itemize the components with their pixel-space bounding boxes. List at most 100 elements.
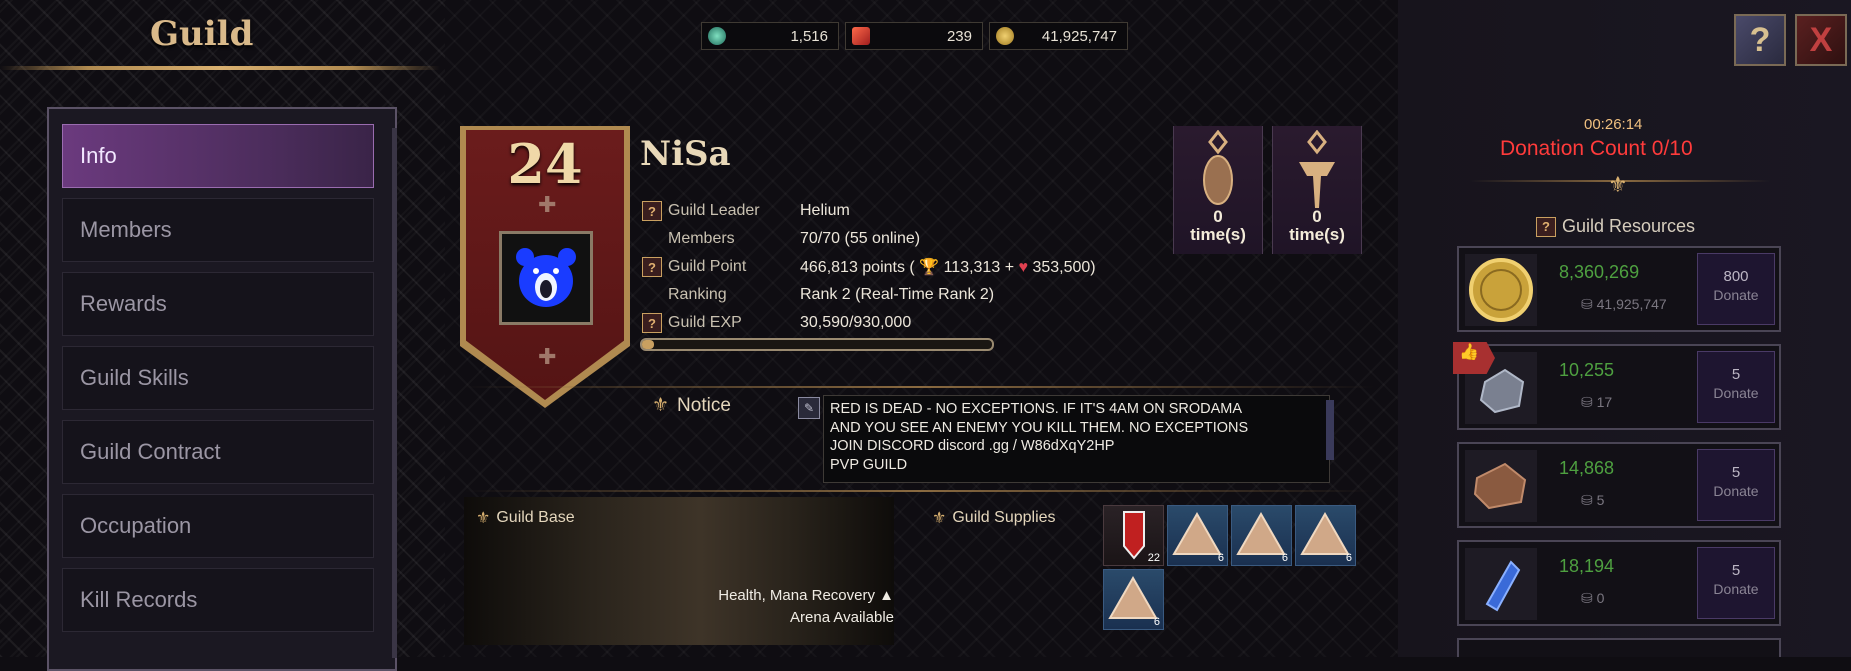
info-value: Rank 2 (Real-Time Rank 2) [800, 286, 995, 303]
info-value: 466,813 points ( 🏆 113,313 + ♥ 353,500) [800, 257, 1096, 277]
info-row-ranking: Ranking Rank 2 (Real-Time Rank 2) [642, 283, 994, 307]
currency-gem: 1,516 [701, 22, 839, 50]
guild-level: 24 [507, 132, 583, 196]
banner-ornament-icon: ✚ [538, 192, 557, 217]
currency-ticket: 239 [845, 22, 983, 50]
stack-icon: ⛁ [1581, 394, 1597, 410]
edit-notice-icon[interactable]: ✎ [798, 397, 820, 419]
resource-amount: 18,194 [1559, 556, 1615, 576]
fleur-icon: ⚜ [932, 510, 947, 527]
guild-base-buff: Health, Mana Recovery ▲ [718, 587, 894, 604]
stack-icon: ⛁ [1581, 492, 1597, 508]
supply-slot[interactable]: 6 [1295, 505, 1356, 566]
ticket-icon [852, 27, 870, 45]
menu-item-label: Rewards [80, 291, 167, 316]
guild-name: NiSa [640, 134, 731, 174]
donation-count: Donation Count 0/10 [1500, 137, 1693, 160]
gold-coin-icon [996, 27, 1014, 45]
menu-item-label: Guild Skills [80, 365, 189, 390]
resource-held: ⛁ 5 [1581, 492, 1605, 508]
currency-value: 1,516 [790, 27, 828, 45]
exp-progress-bar [640, 338, 994, 351]
menu-item-info[interactable]: Info [62, 124, 374, 188]
guild-base-label: ⚜ Guild Base [476, 509, 575, 527]
info-value: Helium [800, 202, 850, 219]
resource-row-gold: 8,360,269 ⛁ 41,925,747 800 Donate [1457, 246, 1781, 332]
menu-item-kill-records[interactable]: Kill Records [62, 568, 374, 632]
guild-point-b: 353,500 [1032, 259, 1091, 276]
help-icon[interactable]: ? [642, 313, 662, 333]
menu-item-occupation[interactable]: Occupation [62, 494, 374, 558]
leather-icon [1465, 450, 1537, 522]
supply-slot[interactable]: 22 [1103, 505, 1164, 566]
notice-text: RED IS DEAD - NO EXCEPTIONS. IF IT'S 4AM… [823, 395, 1330, 483]
medal-sword-icon [1299, 129, 1335, 208]
info-row-guild-point: ? Guild Point 466,813 points ( 🏆 113,313… [642, 255, 1096, 279]
fleur-icon: ⚜ [652, 395, 670, 416]
medal-trophy-icon [1203, 129, 1233, 205]
resource-row-ore: 👍 10,255 ⛁ 17 5 Donate [1453, 342, 1781, 430]
exp-progress-fill [642, 340, 654, 349]
supply-slot[interactable]: 6 [1103, 569, 1164, 630]
fleur-icon: ⚜ [1608, 172, 1628, 197]
section-divider [464, 386, 1374, 388]
donate-button[interactable]: 5 Donate [1697, 449, 1775, 521]
info-row-guild-leader: ? Guild Leader Helium [642, 199, 850, 223]
close-icon: X [1809, 20, 1833, 59]
resource-amount: 10,255 [1559, 360, 1615, 380]
info-label: Guild EXP [668, 314, 742, 331]
menu-item-members[interactable]: Members [62, 198, 374, 262]
medal-count: 0 time(s) [1190, 207, 1246, 244]
help-icon[interactable]: ? [642, 257, 662, 277]
donate-button[interactable]: 5 Donate [1697, 351, 1775, 423]
resource-row-leather: 14,868 ⛁ 5 5 Donate [1457, 442, 1781, 528]
crystal-icon [1465, 548, 1537, 620]
info-row-guild-exp: ? Guild EXP 30,590/930,000 [642, 311, 911, 335]
close-button[interactable]: X [1795, 14, 1847, 66]
gold-coin-icon [1465, 254, 1537, 326]
currency-value: 239 [946, 27, 972, 45]
menu-item-label: Guild Contract [80, 439, 221, 464]
menu-item-label: Members [80, 217, 172, 242]
medal-slot-2[interactable]: 0 time(s) [1272, 126, 1362, 254]
help-icon[interactable]: ? [642, 201, 662, 221]
fleur-icon: ⚜ [476, 510, 491, 527]
donation-timer: 00:26:14 [1584, 116, 1643, 133]
resource-held: ⛁ 17 [1581, 394, 1613, 410]
banner-ornament-icon: ✚ [538, 344, 557, 369]
section-divider [464, 490, 1374, 492]
guild-emblem [499, 231, 593, 325]
menu-item-rewards[interactable]: Rewards [62, 272, 374, 336]
menu-item-guild-contract[interactable]: Guild Contract [62, 420, 374, 484]
gem-icon [708, 27, 726, 45]
close-paren: ) [1090, 259, 1096, 276]
help-icon[interactable]: ? [1536, 216, 1556, 237]
notice-scrollbar[interactable] [1326, 400, 1334, 460]
menu-scrollbar[interactable] [392, 128, 397, 658]
supply-slot[interactable]: 6 [1231, 505, 1292, 566]
resource-held: ⛁ 0 [1581, 590, 1605, 606]
resource-row-crystal: 18,194 ⛁ 0 5 Donate [1457, 540, 1781, 626]
donate-button[interactable]: 5 Donate [1697, 547, 1775, 619]
page-title: Guild [150, 14, 254, 54]
info-label: Ranking [668, 286, 727, 303]
guild-point-a: 113,313 [943, 259, 1001, 276]
info-value: 70/70 (55 online) [800, 230, 921, 247]
currency-gold: 41,925,747 [989, 22, 1128, 50]
resource-amount: 8,360,269 [1559, 262, 1640, 282]
guild-base-arena: Arena Available [790, 609, 894, 626]
menu-item-guild-skills[interactable]: Guild Skills [62, 346, 374, 410]
donate-button[interactable]: 800 Donate [1697, 253, 1775, 325]
guild-supplies-label: ⚜ Guild Supplies [932, 509, 1056, 527]
heart-icon: ♥ [1018, 259, 1028, 276]
medal-count: 0 time(s) [1289, 207, 1345, 244]
help-book-icon: ? [1749, 20, 1771, 59]
info-label: Members [668, 230, 735, 247]
medal-slot-1[interactable]: 0 time(s) [1173, 126, 1263, 254]
supply-slot[interactable]: 6 [1167, 505, 1228, 566]
stack-icon: ⛁ [1581, 296, 1597, 312]
info-label: Guild Point [668, 258, 747, 275]
trophy-icon: 🏆 [919, 259, 940, 276]
help-button[interactable]: ? [1734, 14, 1786, 66]
info-row-members: Members 70/70 (55 online) [642, 227, 920, 251]
